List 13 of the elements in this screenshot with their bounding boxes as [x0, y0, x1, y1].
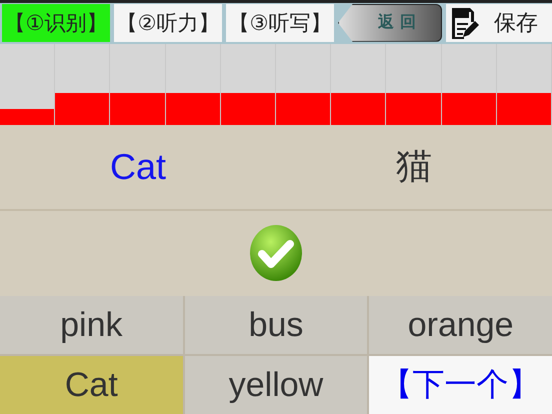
- answer-option[interactable]: Cat: [0, 356, 183, 414]
- english-word: Cat: [108, 146, 168, 188]
- tab[interactable]: 【③听写】: [226, 4, 334, 42]
- tab[interactable]: 【②听力】: [114, 4, 222, 42]
- answer-option[interactable]: yellow: [184, 356, 368, 414]
- answer-option[interactable]: bus: [184, 296, 368, 354]
- answer-option[interactable]: pink: [0, 296, 183, 354]
- next-button[interactable]: 【下一个】: [369, 356, 552, 414]
- floppy-pencil-icon: [450, 6, 480, 40]
- answer-option[interactable]: orange: [369, 296, 552, 354]
- save-button[interactable]: 保存: [446, 4, 552, 42]
- chinese-word: 猫: [395, 145, 433, 190]
- tab[interactable]: 【①识别】: [2, 4, 110, 42]
